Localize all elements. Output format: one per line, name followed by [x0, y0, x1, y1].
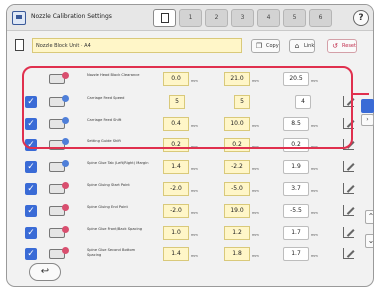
unit-label: mm [311, 167, 318, 171]
unit-label: mm [191, 233, 198, 237]
value-field-2[interactable]: -2.2 [224, 160, 250, 174]
unit-label: mm [311, 254, 318, 258]
reset-button[interactable]: ↺ Reset [327, 39, 357, 53]
edit-chart-icon[interactable] [342, 182, 356, 196]
tab-2[interactable]: 2 [205, 9, 228, 27]
copy-label: Copy [266, 43, 279, 49]
unit-label: mm [191, 211, 198, 215]
back-button[interactable]: ↩ [29, 263, 61, 281]
copy-button[interactable]: ❐ Copy [251, 39, 280, 53]
unit-label: mm [252, 254, 259, 258]
setting-label: Spine Glue Second Bottom Spacing [87, 248, 136, 257]
value-field-1[interactable]: 1.4 [163, 247, 189, 261]
link-button[interactable]: ⌂ Link [289, 39, 316, 53]
scroll-controls: ⌃ ⌄ [365, 210, 373, 254]
value-field-3[interactable]: 1.9 [283, 160, 309, 174]
setting-label: Spine Glue Tab (Left/Right) Margin [87, 161, 149, 165]
link-icon: ⌂ [294, 42, 300, 50]
window-title: Nozzle Calibration Settings [31, 13, 112, 20]
document-icon [15, 39, 24, 51]
title-bar: Nozzle Calibration Settings 1 2 3 4 5 6 … [7, 5, 373, 31]
glue-bottom-spacing-icon [47, 246, 71, 262]
link-label: Link [304, 43, 315, 49]
callout-line [353, 93, 369, 95]
tab-3[interactable]: 3 [231, 9, 254, 27]
side-tab[interactable]: › [361, 114, 374, 126]
unit-label: mm [311, 211, 318, 215]
setting-label: Spine Gluing End Point [87, 205, 128, 209]
app-icon [12, 11, 26, 25]
row-checkbox[interactable]: ✓ [25, 227, 37, 239]
row-checkbox[interactable]: ✓ [25, 183, 37, 195]
unit-label: mm [252, 233, 259, 237]
value-field-2[interactable]: 19.0 [224, 204, 250, 218]
setting-row: ✓ Spine Gluing End Point -2.0 mm 19.0 mm… [7, 200, 362, 222]
side-tab-active[interactable] [361, 99, 374, 113]
setting-row: ✓ Spine Glue Second Bottom Spacing 1.4 m… [7, 243, 362, 265]
value-field-2[interactable]: -5.0 [224, 182, 250, 196]
tab-1[interactable]: 1 [179, 9, 202, 27]
edit-chart-icon[interactable] [342, 247, 356, 261]
glue-spacing-icon [47, 225, 71, 241]
tab-6[interactable]: 6 [309, 9, 332, 27]
value-field-2[interactable]: 1.2 [224, 226, 250, 240]
help-button[interactable]: ? [353, 10, 369, 26]
scroll-down-button[interactable]: ⌄ [365, 234, 373, 248]
unit-label: mm [311, 189, 318, 193]
unit-label: mm [252, 211, 259, 215]
unit-label: mm [311, 233, 318, 237]
unit-label: mm [252, 189, 259, 193]
value-field-3[interactable]: 1.7 [283, 247, 309, 261]
reset-icon: ↺ [332, 42, 338, 50]
setting-row: ✓ Spine Glue Front/Back Spacing 1.0 mm 1… [7, 222, 362, 244]
setting-row: ✓ Spine Glue Tab (Left/Right) Margin 1.4… [7, 156, 362, 178]
document-icon [160, 13, 169, 23]
unit-label: mm [252, 167, 259, 171]
value-field-3[interactable]: -5.5 [283, 204, 309, 218]
value-field-1[interactable]: 1.4 [163, 160, 189, 174]
edit-chart-icon[interactable] [342, 204, 356, 218]
highlight-box [22, 66, 353, 149]
unit-label: mm [191, 167, 198, 171]
spine-glue-icon [47, 159, 71, 175]
tab-document[interactable] [153, 9, 176, 27]
setting-label: Spine Glue Front/Back Spacing [87, 227, 143, 231]
row-checkbox[interactable]: ✓ [25, 248, 37, 260]
value-field-1[interactable]: -2.0 [163, 182, 189, 196]
reset-label: Reset [342, 43, 356, 49]
document-row: Nozzle Block Unit · A4 ❐ Copy ⌂ Link ↺ Rese… [7, 35, 373, 57]
setting-label: Spine Gluing Start Point [87, 183, 130, 187]
document-name-field[interactable]: Nozzle Block Unit · A4 [32, 38, 242, 53]
tab-5[interactable]: 5 [283, 9, 306, 27]
scroll-up-button[interactable]: ⌃ [365, 210, 373, 224]
value-field-1[interactable]: -2.0 [163, 204, 189, 218]
setting-row: ✓ Spine Gluing Start Point -2.0 mm -5.0 … [7, 178, 362, 200]
edit-chart-icon[interactable] [342, 160, 356, 174]
value-field-1[interactable]: 1.0 [163, 226, 189, 240]
row-checkbox[interactable]: ✓ [25, 205, 37, 217]
value-field-3[interactable]: 3.7 [283, 182, 309, 196]
gluing-start-icon [47, 181, 71, 197]
copy-icon: ❐ [255, 42, 263, 50]
unit-label: mm [191, 254, 198, 258]
edit-chart-icon[interactable] [342, 226, 356, 240]
row-checkbox[interactable]: ✓ [25, 161, 37, 173]
value-field-2[interactable]: 1.8 [224, 247, 250, 261]
value-field-3[interactable]: 1.7 [283, 226, 309, 240]
tab-4[interactable]: 4 [257, 9, 280, 27]
gluing-end-icon [47, 203, 71, 219]
unit-label: mm [191, 189, 198, 193]
